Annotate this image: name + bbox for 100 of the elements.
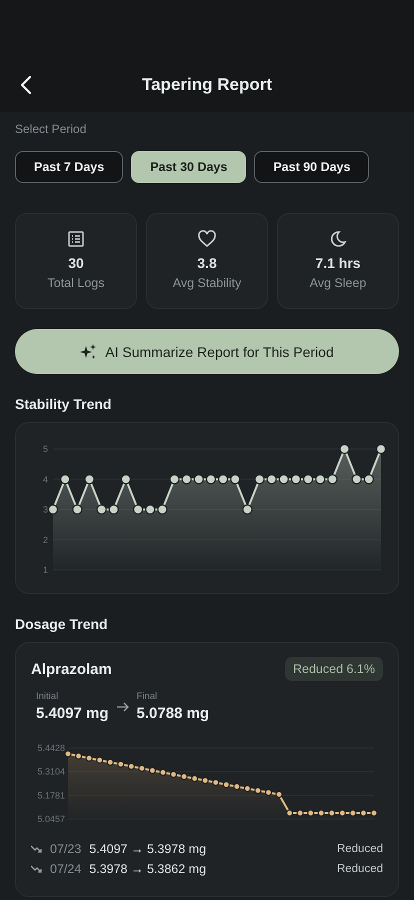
data-point <box>233 782 240 790</box>
data-point <box>108 504 119 515</box>
axis-tick-label: 5.4428 <box>37 743 65 753</box>
data-point <box>106 758 114 766</box>
data-point <box>145 504 156 515</box>
change-status: Reduced <box>336 843 383 855</box>
data-point <box>352 474 362 484</box>
data-point <box>132 504 144 515</box>
ai-summarize-button[interactable]: AI Summarize Report for This Period <box>15 329 399 374</box>
data-point <box>96 504 107 515</box>
data-point <box>128 762 135 770</box>
data-point <box>206 474 216 484</box>
data-point <box>74 752 82 760</box>
section-label: Select Period <box>15 122 86 136</box>
data-point <box>242 504 252 515</box>
list-icon <box>67 230 85 248</box>
dose-value: 5.0788 mg <box>136 705 210 722</box>
data-point <box>212 778 220 786</box>
data-point <box>96 756 104 764</box>
axis-tick-label: 5.3104 <box>37 766 65 777</box>
log-date: 07/23 <box>50 842 82 856</box>
stat-label: Avg Sleep <box>310 276 366 290</box>
data-point <box>170 770 178 778</box>
arrow-icon <box>116 702 129 712</box>
moon-icon <box>329 230 347 248</box>
data-point <box>169 474 180 484</box>
data-point <box>376 444 386 454</box>
data-point <box>182 474 192 484</box>
dose-value: 5.4097 mg <box>36 705 109 722</box>
data-point <box>244 784 251 792</box>
sparkle-icon <box>80 344 98 360</box>
stat-value: 3.8 <box>197 255 217 271</box>
period-tab[interactable]: Past 90 Days <box>254 151 370 183</box>
data-point <box>72 504 82 515</box>
period-tab[interactable]: Past 7 Days <box>15 151 124 183</box>
data-point <box>360 809 368 817</box>
data-point <box>278 474 289 484</box>
data-point <box>194 474 204 484</box>
data-point <box>222 781 230 788</box>
dose-label: Final <box>136 691 158 702</box>
change-status: Reduced <box>336 863 383 875</box>
axis-tick-label: 3 <box>42 504 48 514</box>
data-point <box>296 809 304 817</box>
data-point <box>318 809 325 817</box>
data-point <box>327 474 338 484</box>
data-point <box>349 809 356 817</box>
data-point <box>338 809 346 817</box>
data-point <box>370 809 378 817</box>
data-point <box>264 788 272 796</box>
data-point <box>303 474 314 484</box>
stat-value: 30 <box>68 255 84 271</box>
stat-value: 7.1 hrs <box>315 255 361 271</box>
dose-change: 5.3978 → 5.3862 mg <box>89 862 206 876</box>
data-point <box>48 504 58 515</box>
data-point <box>315 474 326 484</box>
dose-change: 5.4097 → 5.3978 mg <box>89 842 206 856</box>
data-point <box>84 474 95 484</box>
axis-tick-label: 5.0457 <box>37 814 65 824</box>
data-point <box>191 774 198 782</box>
data-point <box>254 474 265 484</box>
data-point <box>254 786 262 794</box>
data-point <box>64 750 72 758</box>
data-point <box>328 809 336 817</box>
data-point <box>202 776 209 784</box>
data-point <box>290 474 302 484</box>
data-point <box>286 809 294 817</box>
data-point <box>339 444 350 454</box>
axis-tick-label: 1 <box>42 565 48 575</box>
data-point <box>275 790 283 798</box>
data-point <box>180 772 188 780</box>
data-point <box>60 474 70 484</box>
data-point <box>230 474 240 484</box>
axis-tick-label: 4 <box>42 474 48 484</box>
axis-tick-label: 5 <box>42 444 48 454</box>
log-date: 07/24 <box>50 862 82 876</box>
data-point <box>157 504 168 515</box>
stat-label: Avg Stability <box>172 276 242 290</box>
axis-tick-label: 2 <box>42 534 48 545</box>
axis-tick-label: 5.1781 <box>37 790 65 800</box>
data-point <box>138 764 146 772</box>
data-point <box>307 809 314 817</box>
data-point <box>86 754 93 762</box>
section-title: Stability Trend <box>15 396 112 412</box>
period-tab[interactable]: Past 30 Days <box>131 151 246 183</box>
data-point <box>159 768 167 776</box>
data-point <box>266 474 277 484</box>
data-point <box>117 760 124 768</box>
page-title: Tapering Report <box>142 75 272 95</box>
medication-name: Alprazolam <box>31 660 112 678</box>
trend-down-icon <box>31 845 43 853</box>
dose-label: Initial <box>36 691 60 702</box>
section-title: Dosage Trend <box>15 616 108 632</box>
data-point <box>218 474 228 484</box>
heart-icon <box>197 230 217 248</box>
reduction-badge: Reduced 6.1% <box>284 657 383 681</box>
data-point <box>364 474 374 484</box>
data-point <box>148 766 156 774</box>
trend-down-icon <box>31 865 43 873</box>
data-point <box>120 474 131 484</box>
stat-label: Total Logs <box>48 276 104 290</box>
